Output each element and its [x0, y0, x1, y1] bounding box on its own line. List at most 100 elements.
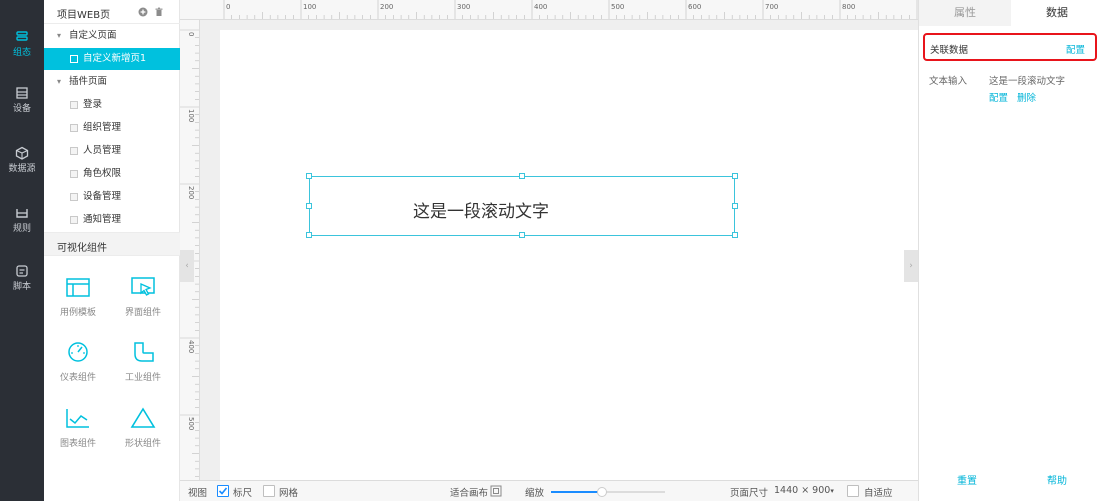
- project-tree-panel: 项目WEB页 ▾ 自定义页面 自定义新增页1 ▾ 插件页面 登录 组织管理 人员…: [44, 0, 180, 501]
- fit-canvas-icon[interactable]: [490, 485, 502, 497]
- nav-item-device[interactable]: 设备: [0, 86, 44, 126]
- ruler-checkbox[interactable]: [217, 485, 229, 497]
- nav-item-script[interactable]: 脚本: [0, 264, 44, 304]
- trash-icon[interactable]: [154, 7, 164, 17]
- tree-page-label: 设备管理: [83, 191, 122, 202]
- tree-page-roles[interactable]: 角色权限: [44, 163, 180, 185]
- component-gauge[interactable]: 仪表组件: [48, 341, 108, 397]
- resize-handle-ne[interactable]: [732, 173, 738, 179]
- collapse-left-panel-button[interactable]: ‹: [180, 250, 194, 282]
- datasource-icon: [15, 146, 29, 160]
- ruler-label: 0: [226, 3, 230, 11]
- collapse-right-panel-button[interactable]: ›: [904, 250, 918, 282]
- resize-handle-se[interactable]: [732, 232, 738, 238]
- binding-config-link[interactable]: 配置: [989, 90, 1008, 104]
- binding-value: 这是一段滚动文字: [989, 76, 1066, 87]
- component-ui[interactable]: 界面组件: [113, 276, 173, 332]
- nav-label: 设备: [12, 104, 31, 114]
- nav-label: 组态: [12, 48, 31, 58]
- component-label: 用例模板: [59, 308, 96, 318]
- page-size-label: 页面尺寸: [730, 488, 769, 499]
- tree-page-organization[interactable]: 组织管理: [44, 117, 180, 139]
- grid-label: 网格: [279, 488, 299, 499]
- rules-icon: [16, 209, 28, 218]
- nav-label: 规则: [12, 224, 31, 234]
- component-label: 图表组件: [59, 439, 96, 449]
- component-shape[interactable]: 形状组件: [113, 407, 173, 463]
- horizontal-ruler: 010020030040050060070080090: [180, 0, 918, 20]
- component-chart[interactable]: 图表组件: [48, 407, 108, 463]
- binding-delete-link[interactable]: 删除: [1017, 90, 1036, 104]
- ruler-label: 100: [303, 3, 316, 11]
- tree-page-label: 组织管理: [83, 122, 122, 133]
- zoom-slider-knob[interactable]: [597, 487, 608, 497]
- ruler-label: 100: [187, 109, 195, 122]
- auto-fit-checkbox[interactable]: [847, 485, 859, 497]
- pipe-icon: [134, 342, 154, 362]
- ruler-label: 标尺: [233, 488, 253, 499]
- auto-fit-label: 自适应: [864, 488, 893, 499]
- component-label: 仪表组件: [59, 373, 96, 383]
- scroll-text-content: 这是一段滚动文字: [413, 202, 549, 222]
- associated-data-config-link[interactable]: 配置: [1066, 42, 1085, 56]
- zoom-slider[interactable]: [551, 487, 665, 497]
- grid-checkbox[interactable]: [263, 485, 275, 497]
- tree-group-plugin[interactable]: ▾ 插件页面: [44, 71, 180, 93]
- tree-header: 项目WEB页: [44, 0, 180, 24]
- associated-data-row: 关联数据 配置: [923, 33, 1097, 61]
- tree-group-label: 自定义页面: [69, 30, 117, 41]
- resize-handle-s[interactable]: [519, 232, 525, 238]
- page-size-select[interactable]: 1440 × 900▾: [774, 485, 834, 496]
- component-industrial[interactable]: 工业组件: [113, 341, 173, 397]
- component-label: 形状组件: [124, 439, 161, 449]
- tree-title: 项目WEB页: [57, 10, 111, 21]
- view-label: 视图: [188, 488, 208, 499]
- help-button[interactable]: 帮助: [1047, 472, 1067, 487]
- resize-handle-e[interactable]: [732, 203, 738, 209]
- tree-group-custom[interactable]: ▾ 自定义页面: [44, 25, 180, 47]
- nav-item-rules[interactable]: 规则: [0, 206, 44, 246]
- components-section-header: 可视化组件: [44, 232, 180, 256]
- tree-page-login[interactable]: 登录: [44, 94, 180, 116]
- nav-item-configuration[interactable]: 组态: [0, 30, 44, 70]
- template-icon: [66, 278, 90, 297]
- fit-canvas-label[interactable]: 适合画布: [450, 485, 488, 499]
- tree-page-label: 自定义新增页1: [83, 53, 147, 64]
- scroll-text-component[interactable]: 这是一段滚动文字: [306, 173, 738, 238]
- tree-page-custom-1[interactable]: 自定义新增页1: [44, 48, 180, 70]
- nav-item-datasource[interactable]: 数据源: [0, 146, 44, 186]
- nav-label: 脚本: [12, 282, 31, 292]
- tree-page-label: 角色权限: [83, 168, 122, 179]
- ruler-label: 200: [187, 186, 195, 199]
- device-icon: [16, 87, 28, 99]
- add-circle-icon[interactable]: [138, 7, 148, 17]
- ruler-label: 700: [765, 3, 778, 11]
- tab-data[interactable]: 数据: [1011, 0, 1102, 26]
- resize-handle-w[interactable]: [306, 203, 312, 209]
- reset-button[interactable]: 重置: [957, 472, 977, 487]
- ui-component-icon: [131, 277, 155, 296]
- resize-handle-sw[interactable]: [306, 232, 312, 238]
- ruler-label: 800: [842, 3, 855, 11]
- page-icon: [70, 101, 78, 109]
- page-icon: [70, 124, 78, 132]
- tree-page-device-mgmt[interactable]: 设备管理: [44, 186, 180, 208]
- page-icon: [70, 147, 78, 155]
- collapse-caret-icon: ▾: [57, 31, 62, 40]
- nav-label: 数据源: [8, 164, 36, 174]
- design-canvas[interactable]: [220, 30, 918, 480]
- tab-properties[interactable]: 属性: [919, 0, 1011, 26]
- tree-group-label: 插件页面: [69, 76, 108, 87]
- page-icon: [70, 193, 78, 201]
- tree-page-notification[interactable]: 通知管理: [44, 209, 180, 231]
- ruler-label: 500: [611, 3, 624, 11]
- tree-page-personnel[interactable]: 人员管理: [44, 140, 180, 162]
- page-icon: [70, 216, 78, 224]
- ruler-label: 300: [457, 3, 470, 11]
- resize-handle-nw[interactable]: [306, 173, 312, 179]
- component-template[interactable]: 用例模板: [48, 276, 108, 332]
- zoom-slider-fill: [551, 491, 603, 493]
- resize-handle-n[interactable]: [519, 173, 525, 179]
- horizontal-ruler-ticks: 010020030040050060070080090: [223, 0, 918, 19]
- tree-page-label: 人员管理: [83, 145, 122, 156]
